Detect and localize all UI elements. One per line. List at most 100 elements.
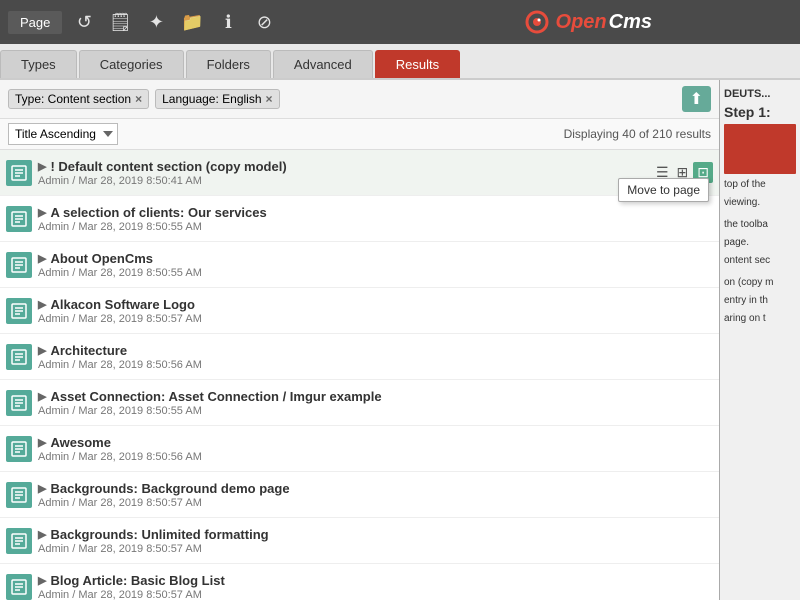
clipboard-icon[interactable]: 🗒: [106, 12, 134, 33]
right-text-copy-m: on (copy m: [724, 276, 796, 290]
right-text-content-sec: ontent sec: [724, 254, 796, 268]
red-block: [724, 124, 796, 174]
table-row: ▶ Alkacon Software Logo Admin / Mar 28, …: [0, 288, 719, 334]
lang-filter-remove[interactable]: ×: [266, 92, 273, 106]
sort-select[interactable]: Title Ascending: [8, 123, 118, 145]
right-panel: DEUTS... Step 1: top of the viewing. the…: [720, 80, 800, 600]
result-title: ▶ Backgrounds: Background demo page: [38, 481, 713, 496]
expand-arrow[interactable]: ▶: [38, 206, 46, 219]
folder-icon[interactable]: 📁: [178, 12, 206, 33]
expand-arrow[interactable]: ▶: [38, 344, 46, 357]
page-button[interactable]: Page: [8, 11, 62, 34]
result-icon: [6, 160, 32, 186]
logo-cms-text: Cms: [609, 11, 652, 34]
result-icon: [6, 206, 32, 232]
expand-arrow[interactable]: ▶: [38, 574, 46, 587]
table-row: ▶ Asset Connection: Asset Connection / I…: [0, 380, 719, 426]
result-content: ▶ Architecture Admin / Mar 28, 2019 8:50…: [38, 343, 713, 371]
result-icon: [6, 436, 32, 462]
result-meta: Admin / Mar 28, 2019 8:50:57 AM: [38, 497, 713, 509]
right-panel-content: DEUTS... Step 1: top of the viewing. the…: [720, 80, 800, 334]
right-text-viewing: viewing.: [724, 196, 796, 210]
type-filter-tag: Type: Content section ×: [8, 89, 149, 109]
filter-bar: Type: Content section × Language: Englis…: [0, 80, 719, 119]
result-content: ▶ Backgrounds: Background demo page Admi…: [38, 481, 713, 509]
upload-button[interactable]: ⬆: [682, 86, 711, 112]
result-title: ▶ Awesome: [38, 435, 713, 450]
result-title: ▶ Blog Article: Basic Blog List: [38, 573, 713, 588]
result-content: ▶ Blog Article: Basic Blog List Admin / …: [38, 573, 713, 600]
result-content: ▶ About OpenCms Admin / Mar 28, 2019 8:5…: [38, 251, 713, 279]
result-title: ▶ Architecture: [38, 343, 713, 358]
type-filter-label: Type: Content section: [15, 92, 131, 106]
table-row: ▶ Architecture Admin / Mar 28, 2019 8:50…: [0, 334, 719, 380]
tab-categories[interactable]: Categories: [79, 50, 184, 78]
lang-filter-label: Language: English: [162, 92, 261, 106]
table-row: ▶ A selection of clients: Our services A…: [0, 196, 719, 242]
right-text-toolbar: the toolba: [724, 218, 796, 232]
main-content: Type: Content section × Language: Englis…: [0, 80, 800, 600]
result-meta: Admin / Mar 28, 2019 8:50:56 AM: [38, 359, 713, 371]
result-content: ▶ ! Default content section (copy model)…: [38, 159, 647, 187]
expand-arrow[interactable]: ▶: [38, 160, 46, 173]
result-icon: [6, 574, 32, 600]
result-title: ▶ Alkacon Software Logo: [38, 297, 713, 312]
result-meta: Admin / Mar 28, 2019 8:50:55 AM: [38, 405, 713, 417]
logo-eye-icon: [520, 9, 554, 35]
right-text-top-of-the: top of the: [724, 178, 796, 192]
logo-open-text: Open: [556, 11, 607, 34]
result-icon: [6, 344, 32, 370]
right-text-entry: entry in th: [724, 294, 796, 308]
move-to-page-tooltip: Move to page: [618, 178, 709, 202]
result-icon: [6, 528, 32, 554]
right-text-aring: aring on t: [724, 312, 796, 326]
expand-arrow[interactable]: ▶: [38, 436, 46, 449]
result-content: ▶ Awesome Admin / Mar 28, 2019 8:50:56 A…: [38, 435, 713, 463]
tab-advanced[interactable]: Advanced: [273, 50, 373, 78]
result-title: ▶ Asset Connection: Asset Connection / I…: [38, 389, 713, 404]
info-icon[interactable]: ℹ: [214, 12, 242, 33]
type-filter-remove[interactable]: ×: [135, 92, 142, 106]
opencms-logo: Open Cms: [520, 9, 652, 35]
expand-arrow[interactable]: ▶: [38, 482, 46, 495]
tab-folders[interactable]: Folders: [186, 50, 271, 78]
expand-arrow[interactable]: ▶: [38, 390, 46, 403]
result-title: ▶ Backgrounds: Unlimited formatting: [38, 527, 713, 542]
result-meta: Admin / Mar 28, 2019 8:50:57 AM: [38, 543, 713, 555]
expand-arrow[interactable]: ▶: [38, 298, 46, 311]
sort-bar: Title Ascending Displaying 40 of 210 res…: [0, 119, 719, 150]
result-icon: [6, 298, 32, 324]
lang-filter-tag: Language: English ×: [155, 89, 279, 109]
result-meta: Admin / Mar 28, 2019 8:50:57 AM: [38, 313, 713, 325]
result-title: ▶ ! Default content section (copy model): [38, 159, 647, 174]
result-icon: [6, 252, 32, 278]
result-icon: [6, 390, 32, 416]
table-row: ▶ Blog Article: Basic Blog List Admin / …: [0, 564, 719, 600]
results-count: Displaying 40 of 210 results: [564, 127, 711, 141]
nav-tabs: Types Categories Folders Advanced Result…: [0, 44, 800, 80]
result-content: ▶ Backgrounds: Unlimited formatting Admi…: [38, 527, 713, 555]
table-row: ▶ Backgrounds: Unlimited formatting Admi…: [0, 518, 719, 564]
result-content: ▶ Asset Connection: Asset Connection / I…: [38, 389, 713, 417]
tab-results[interactable]: Results: [375, 50, 460, 78]
left-panel: Type: Content section × Language: Englis…: [0, 80, 720, 600]
result-meta: Admin / Mar 28, 2019 8:50:55 AM: [38, 267, 713, 279]
wand-icon[interactable]: ✦: [142, 12, 170, 33]
language-label: DEUTS...: [724, 88, 796, 100]
result-meta: Admin / Mar 28, 2019 8:50:56 AM: [38, 451, 713, 463]
result-meta: Admin / Mar 28, 2019 8:50:57 AM: [38, 589, 713, 600]
table-row: ▶ Backgrounds: Background demo page Admi…: [0, 472, 719, 518]
result-meta: Admin / Mar 28, 2019 8:50:41 AM: [38, 175, 647, 187]
circle-slash-icon[interactable]: ⊘: [250, 12, 278, 33]
result-meta: Admin / Mar 28, 2019 8:50:55 AM: [38, 221, 713, 233]
tab-types[interactable]: Types: [0, 50, 77, 78]
result-title: ▶ About OpenCms: [38, 251, 713, 266]
result-content: ▶ A selection of clients: Our services A…: [38, 205, 713, 233]
toolbar: Page ↺ 🗒 ✦ 📁 ℹ ⊘ Open Cms: [0, 0, 800, 44]
result-content: ▶ Alkacon Software Logo Admin / Mar 28, …: [38, 297, 713, 325]
expand-arrow[interactable]: ▶: [38, 528, 46, 541]
expand-arrow[interactable]: ▶: [38, 252, 46, 265]
table-row: ▶ ! Default content section (copy model)…: [0, 150, 719, 196]
history-icon[interactable]: ↺: [70, 12, 98, 33]
result-title: ▶ A selection of clients: Our services: [38, 205, 713, 220]
